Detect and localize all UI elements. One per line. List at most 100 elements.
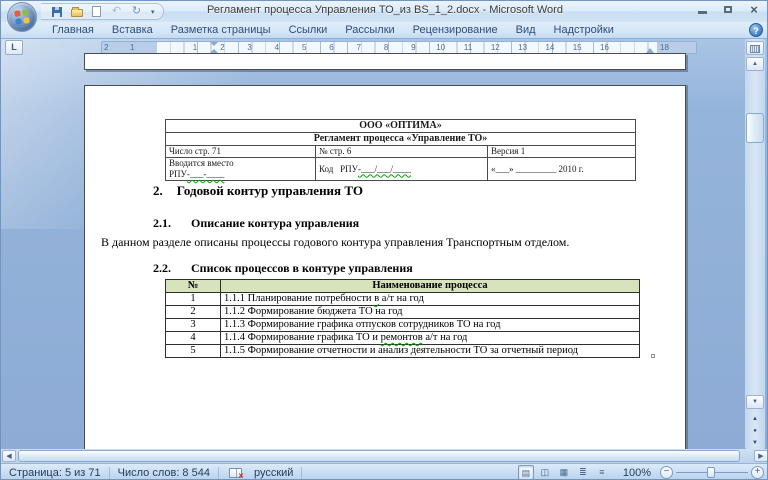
- window-title: Регламент процесса Управления ТО_из BS_1…: [141, 4, 629, 16]
- tab-references[interactable]: Ссылки: [280, 23, 337, 38]
- document-header-table: ООО «ОПТИМА» Регламент процесса «Управле…: [165, 119, 636, 181]
- tab-review[interactable]: Рецензирование: [404, 23, 507, 38]
- ruler-number: 16: [600, 42, 610, 53]
- save-icon[interactable]: [49, 5, 64, 19]
- select-browse-object-icon[interactable]: ●: [746, 425, 764, 437]
- language-indicator[interactable]: русский: [246, 467, 301, 479]
- replaces-cell: Вводится вместо РПУ-___-____: [166, 158, 316, 181]
- ruler-number: 5: [299, 42, 309, 53]
- ruler-number: 8: [381, 42, 391, 53]
- full-screen-reading-view-icon[interactable]: ◫: [537, 465, 553, 480]
- page-indicator[interactable]: Страница: 5 из 71: [1, 467, 109, 479]
- zoom-in-icon[interactable]: +: [751, 466, 764, 479]
- zoom-out-icon[interactable]: −: [660, 466, 673, 479]
- document-page[interactable]: ООО «ОПТИМА» Регламент процесса «Управле…: [84, 85, 686, 449]
- pages-count: Число стр. 71: [166, 146, 316, 158]
- help-icon[interactable]: ?: [749, 23, 763, 37]
- status-bar-right: ▤ ◫ ▦ ≣ ≡ 100% − +: [518, 465, 768, 480]
- vertical-scroll-thumb[interactable]: [746, 113, 764, 143]
- process-row: 3 1.1.3 Формирование графика отпусков со…: [166, 319, 640, 332]
- horizontal-scroll-thumb[interactable]: [18, 450, 740, 462]
- table-row: Число стр. 71 № стр. 6 Версия 1: [166, 146, 636, 158]
- ruler-toggle-icon[interactable]: [746, 41, 764, 55]
- table-row: ООО «ОПТИМА»: [166, 120, 636, 133]
- ruler-number: 12: [490, 42, 500, 53]
- outline-view-icon[interactable]: ≣: [575, 465, 591, 480]
- code-cell: Код РПУ-___/___/____: [316, 158, 488, 181]
- scroll-up-icon[interactable]: ▲: [746, 57, 764, 71]
- col-header-number: №: [166, 280, 221, 293]
- ruler-number: 7: [354, 42, 364, 53]
- process-table-header-row: № Наименование процесса: [166, 280, 640, 293]
- ruler-number: 13: [518, 42, 528, 53]
- ruler-margin-number: 18: [660, 42, 669, 53]
- close-button[interactable]: ×: [745, 3, 763, 16]
- page-number: № стр. 6: [316, 146, 488, 158]
- process-row: 1 1.1.1 Планирование потребности в а/т н…: [166, 293, 640, 306]
- ruler-number: 10: [436, 42, 446, 53]
- status-bar: Страница: 5 из 71 Число слов: 8 544 русс…: [1, 463, 768, 480]
- tab-addins[interactable]: Надстройки: [545, 23, 623, 38]
- word-count[interactable]: Число слов: 8 544: [110, 467, 218, 479]
- scroll-right-icon[interactable]: ▶: [754, 450, 768, 462]
- print-layout-view-icon[interactable]: ▤: [518, 465, 534, 480]
- tab-view[interactable]: Вид: [507, 23, 545, 38]
- office-logo-icon: [14, 9, 30, 25]
- process-table: № Наименование процесса 1 1.1.1 Планиров…: [165, 279, 640, 358]
- word-window: ↶ ↻ ▾ Регламент процесса Управления ТО_и…: [0, 0, 768, 480]
- ruler-number: 15: [572, 42, 582, 53]
- process-row: 2 1.1.2 Формирование бюджета ТО на год: [166, 306, 640, 319]
- col-header-name: Наименование процесса: [221, 280, 640, 293]
- new-document-icon[interactable]: [89, 5, 104, 19]
- minimize-button[interactable]: [693, 3, 711, 16]
- heading-2: 2.Годовой контур управления ТО: [153, 183, 363, 199]
- ruler-number: 3: [245, 42, 255, 53]
- date-cell: «___» _________ 2010 г.: [488, 158, 636, 181]
- proofing-errors-icon[interactable]: [229, 468, 242, 478]
- draft-view-icon[interactable]: ≡: [594, 465, 610, 480]
- process-row: 4 1.1.4 Формирование графика ТО и ремонт…: [166, 332, 640, 345]
- tab-home[interactable]: Главная: [43, 23, 103, 38]
- ruler-number: 9: [408, 42, 418, 53]
- ruler-margin-number: 1: [130, 42, 134, 53]
- vertical-scrollbar[interactable]: ▲ ▼ ▲ ● ▼: [745, 39, 765, 449]
- ruler-text-area: 12345678910111213141516: [157, 42, 657, 53]
- zoom-slider[interactable]: [676, 466, 748, 479]
- window-controls: ×: [693, 3, 763, 16]
- body-paragraph: В данном разделе описаны процессы годово…: [101, 235, 679, 250]
- tab-mailings[interactable]: Рассылки: [336, 23, 403, 38]
- tab-stop-selector[interactable]: L: [5, 40, 23, 55]
- ruler-number: 6: [327, 42, 337, 53]
- heading-2-2: 2.2.Список процессов в контуре управлени…: [153, 261, 413, 276]
- end-of-cell-marker: [651, 354, 655, 358]
- tab-insert[interactable]: Вставка: [103, 23, 162, 38]
- table-row: Регламент процесса «Управление ТО»: [166, 133, 636, 146]
- restore-button[interactable]: [719, 3, 737, 16]
- ruler-margin-number: 2: [104, 42, 108, 53]
- previous-page-icon[interactable]: ▲: [746, 413, 764, 425]
- scroll-down-icon[interactable]: ▼: [746, 395, 764, 409]
- previous-page-fragment[interactable]: [84, 53, 686, 70]
- horizontal-scrollbar[interactable]: ◀ ▶: [1, 449, 768, 463]
- document-title: Регламент процесса «Управление ТО»: [166, 133, 636, 146]
- zoom-level[interactable]: 100%: [613, 467, 657, 479]
- scroll-left-icon[interactable]: ◀: [2, 450, 16, 462]
- heading-2-1: 2.1.Описание контура управления: [153, 216, 359, 231]
- ruler-number: 14: [545, 42, 555, 53]
- version: Версия 1: [488, 146, 636, 158]
- ruler-number: 2: [217, 42, 227, 53]
- web-layout-view-icon[interactable]: ▦: [556, 465, 572, 480]
- process-row: 5 1.1.5 Формирование отчетности и анализ…: [166, 345, 640, 358]
- zoom-slider-thumb[interactable]: [707, 467, 715, 478]
- undo-icon[interactable]: ↶: [109, 5, 124, 19]
- indent-marker-icon[interactable]: [210, 42, 218, 53]
- open-icon[interactable]: [69, 5, 84, 19]
- title-bar: ↶ ↻ ▾ Регламент процесса Управления ТО_и…: [1, 1, 768, 22]
- next-page-icon[interactable]: ▼: [746, 437, 764, 449]
- office-button[interactable]: [7, 2, 37, 32]
- ruler-number: 4: [272, 42, 282, 53]
- ruler-number: 11: [463, 42, 473, 53]
- ruler-number: 1: [190, 42, 200, 53]
- table-row: Вводится вместо РПУ-___-____ Код РПУ-___…: [166, 158, 636, 181]
- tab-page-layout[interactable]: Разметка страницы: [162, 23, 280, 38]
